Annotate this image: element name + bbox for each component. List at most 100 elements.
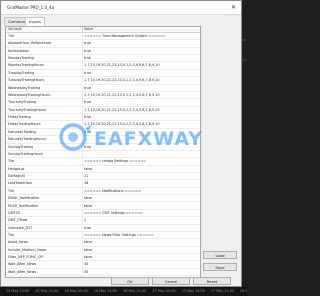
load-button[interactable]: Load	[203, 251, 237, 259]
grid-row[interactable]: FridayTradingHours 1,7,10,19,20,21,22,23,…	[6, 121, 200, 129]
variable-value[interactable]	[84, 151, 198, 158]
grid-row[interactable]: SaturdayTradingHours	[6, 136, 200, 144]
variable-value[interactable]: 1,7,10,19,20,21,22,23,0,1,2,3,4,5,6,7,8,…	[84, 121, 198, 128]
grid-row[interactable]: LastTradeHour 18	[6, 180, 200, 188]
cell-divider	[82, 261, 83, 269]
grid-row[interactable]: Avoid_News false	[6, 239, 200, 247]
variable-value[interactable]: true	[84, 144, 198, 151]
ok-button[interactable]: OK	[111, 277, 149, 285]
grid-row[interactable]: Wait_After_News 30	[6, 261, 200, 269]
grid-row[interactable]: SundayTradingHours	[6, 150, 200, 159]
time-axis-label: 25 May 21:00	[35, 289, 59, 293]
column-header-variable[interactable]: Variable	[8, 27, 22, 32]
variable-value[interactable]: 1,7,10,19,20,21,22,23,0,1,2,3,4,5,6,7,8,…	[84, 92, 198, 99]
grid-row[interactable]: HedgeLot false	[6, 165, 200, 174]
variable-value[interactable]: ====== Notifications ======	[84, 188, 198, 195]
cell-divider	[82, 268, 83, 277]
variable-name: MondayTrading	[8, 56, 34, 61]
variable-value[interactable]: true	[84, 48, 198, 55]
variable-value[interactable]: false	[84, 166, 198, 173]
variable-value[interactable]: 2	[84, 217, 198, 224]
grid-row[interactable]: GMT03 ====== GMT Settings ======	[6, 209, 200, 218]
variable-value[interactable]: ====== Time Management System ======	[84, 33, 198, 40]
variable-value[interactable]: 21	[84, 173, 198, 180]
grid-row[interactable]: EaMagicN 21	[6, 173, 200, 181]
variable-name: Tile	[8, 34, 14, 38]
grid-row[interactable]: SaturdayTrading true	[6, 128, 200, 137]
grid-row[interactable]: PUSH_Notification false	[6, 202, 200, 210]
grid-row[interactable]: AllowedHour_ReBackhost true	[6, 40, 200, 48]
cell-divider	[82, 55, 83, 63]
cell-divider	[82, 84, 83, 92]
variable-name: AllowedHour_ReBackhost	[8, 41, 51, 46]
grid-row[interactable]: MondayTradingHours 1,7,10,19,20,21,22,23,…	[6, 62, 200, 70]
save-button[interactable]: Save	[203, 263, 237, 271]
variable-value[interactable]: 1,7,10,19,20,21,22,23,0,1,2,3,4,5,6,7,8,…	[84, 77, 198, 84]
variable-value[interactable]: false	[84, 254, 198, 261]
variable-value[interactable]: false	[84, 203, 198, 210]
time-axis-bar: 25 May 13:00 25 May 21:00 26 May 05:00 26 M…	[0, 287, 247, 296]
grid-row[interactable]: FridayTrading true	[6, 114, 200, 122]
variable-value[interactable]: true	[84, 114, 198, 121]
variable-value[interactable]: ====== News Filter Settings ======	[84, 232, 198, 239]
grid-row[interactable]: TuesdayTradingHours 1,7,10,19,20,21,22,23…	[6, 77, 200, 85]
cell-divider	[82, 106, 83, 115]
dialog-title: GridMaster PRO_1.0_4u	[7, 5, 55, 10]
variable-value[interactable]: 1,7,10,19,20,21,22,23,0,1,2,3,4,5,6,7,8,…	[84, 107, 198, 114]
variable-name: HedgeLot	[8, 166, 25, 171]
variable-name: Tile	[8, 232, 14, 237]
variable-value[interactable]: true	[84, 70, 198, 77]
variable-value[interactable]: true	[84, 129, 198, 136]
grid-row[interactable]: MondayTrading true	[6, 55, 200, 63]
variable-value[interactable]: false	[84, 195, 198, 202]
grid-row[interactable]: SundayTrading true	[6, 143, 200, 151]
grid-row[interactable]: GMT_Offset 2	[6, 217, 200, 225]
variable-value[interactable]: 18	[84, 180, 198, 187]
cell-divider	[82, 239, 83, 247]
column-divider[interactable]	[82, 27, 83, 32]
grid-row[interactable]: Calculate_DST true	[6, 224, 200, 232]
variable-value[interactable]: 30	[84, 261, 198, 268]
variable-value[interactable]: true	[84, 55, 198, 62]
grid-row[interactable]: Filter_NFP_FOMC_CPI false	[6, 254, 200, 262]
variable-name: MondayTradingHours	[8, 63, 44, 68]
cell-divider	[82, 47, 83, 56]
cell-divider	[82, 40, 83, 48]
grid-row[interactable]: WednesdayTradingHours 1,7,10,19,20,21,22,…	[6, 91, 200, 100]
variable-name: LastTradeHour	[8, 181, 33, 186]
grid-row[interactable]: NoValidation true	[6, 47, 200, 56]
time-axis-label: 26 May 13:00	[93, 289, 118, 293]
grid-row[interactable]: EMAIL_Notification false	[6, 195, 200, 203]
grid-row[interactable]: TuesdayTrading true	[6, 69, 200, 78]
variable-name: Wait_After_News	[8, 269, 37, 274]
variable-value[interactable]: true	[84, 40, 198, 47]
variable-value[interactable]: ====== Hedge Settings ======	[84, 158, 198, 165]
variable-value[interactable]: true	[84, 85, 198, 92]
variable-name: WednesdayTrading	[8, 85, 41, 90]
variable-value[interactable]: false	[84, 247, 198, 254]
variable-value[interactable]: true	[84, 225, 198, 232]
grid-row[interactable]: WednesdayTrading true	[6, 84, 200, 92]
cell-divider	[82, 217, 83, 225]
variable-name: Filter_NFP_FOMC_CPI	[8, 255, 44, 260]
grid-row[interactable]: ThursdayTradingHours 1,7,10,19,20,21,22,2…	[6, 106, 200, 115]
grid-row[interactable]: Tile ====== Notifications ======	[6, 187, 200, 196]
grid-row[interactable]: Wait_After_News 30	[6, 268, 200, 277]
variable-value[interactable]: false	[84, 239, 198, 246]
variable-value[interactable]: 1,7,10,19,20,21,22,23,0,1,2,3,4,5,6,7,8,…	[84, 62, 198, 69]
column-header-value[interactable]: Value	[84, 27, 93, 32]
grid-row[interactable]: Include_Medium_News false	[6, 246, 200, 255]
variable-value[interactable]: true	[84, 99, 198, 106]
grid-row[interactable]: Tile ====== Time Management System ======	[6, 33, 200, 41]
grid-row[interactable]: Tile ====== Hedge Settings ======	[6, 158, 200, 166]
variable-value[interactable]	[84, 136, 198, 143]
variable-name: ThursdayTrading	[8, 100, 37, 105]
inputs-grid: Variable Value Tile ====== Time Managemen…	[5, 26, 201, 278]
variable-value[interactable]: ====== GMT Settings ======	[84, 210, 198, 217]
cancel-button[interactable]: Cancel	[152, 277, 190, 285]
grid-row[interactable]: Tile ====== News Filter Settings ======	[6, 231, 200, 240]
reset-button[interactable]: Reset	[193, 277, 231, 285]
grid-row[interactable]: ThursdayTrading true	[6, 99, 200, 107]
variable-value[interactable]: 30	[84, 269, 198, 276]
cell-divider	[82, 231, 83, 240]
